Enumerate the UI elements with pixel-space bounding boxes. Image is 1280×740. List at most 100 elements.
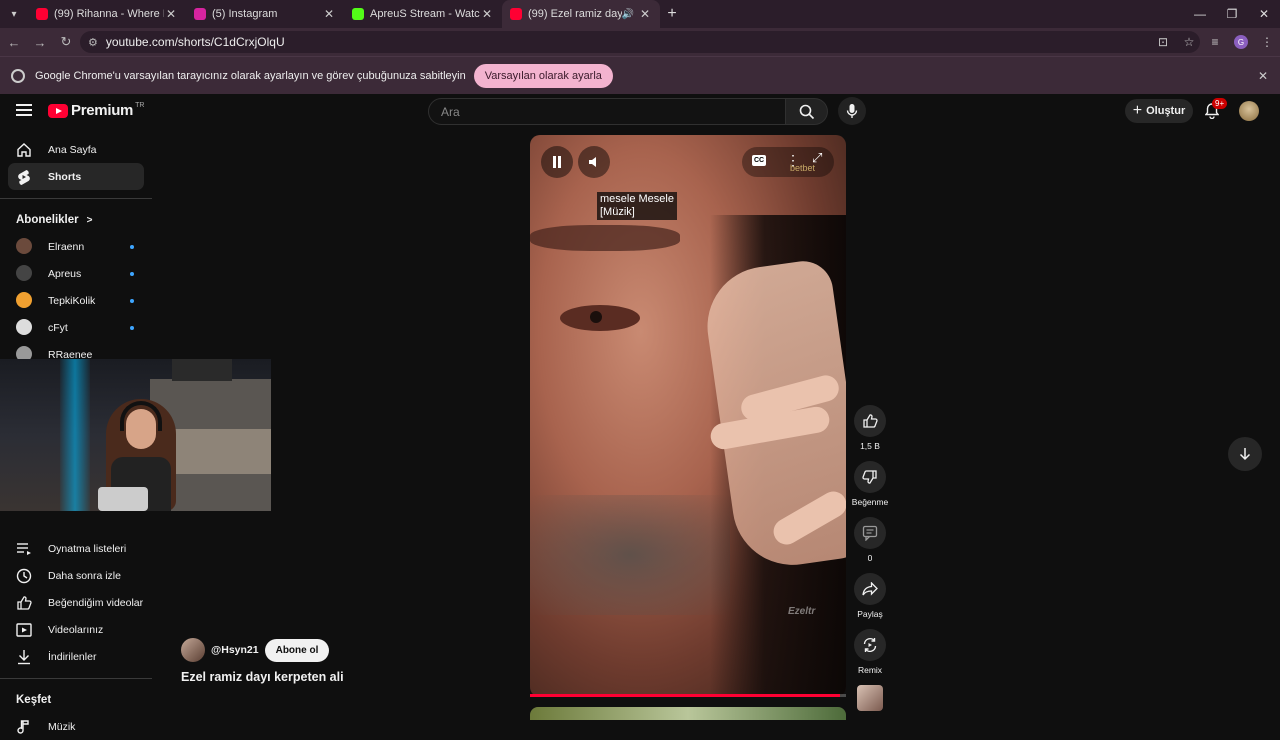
dislike-button[interactable] <box>854 461 886 493</box>
install-app-icon[interactable]: ⊡ <box>1150 35 1176 49</box>
youtube-premium-logo[interactable]: Premium TR <box>48 102 144 119</box>
voice-search-button[interactable] <box>838 97 866 125</box>
tab-title: (99) Rihanna - Where Have You <box>54 8 164 20</box>
background-shelf <box>172 359 232 381</box>
logo-word: Premium <box>71 102 134 119</box>
search-input[interactable]: Ara <box>428 98 786 125</box>
sidebar-item-downloads[interactable]: İndirilenler <box>8 643 144 670</box>
channel-avatar <box>16 319 32 335</box>
subscribe-button[interactable]: Abone ol <box>264 638 330 662</box>
sidebar-item-label: TepkiKolik <box>48 294 96 307</box>
channel-avatar <box>16 265 32 281</box>
tab-search-icon[interactable]: ▾ <box>0 0 28 28</box>
sidebar-item-label: cFyt <box>48 321 68 334</box>
browser-tab-2[interactable]: (5) Instagram ✕ <box>186 0 344 28</box>
channel-handle[interactable]: @Hsyn21 <box>211 644 259 656</box>
close-tab-icon[interactable]: ✕ <box>322 7 336 21</box>
share-button[interactable] <box>854 573 886 605</box>
shorts-icon <box>16 169 32 185</box>
sidebar-item-liked-videos[interactable]: Beğendiğim videolar <box>8 589 144 616</box>
reload-icon[interactable]: ↻ <box>54 30 78 54</box>
remix-button[interactable] <box>854 629 886 661</box>
youtube-header: Premium TR Ara + Oluştur 9+ <box>0 94 1280 128</box>
sidebar-item-playlists[interactable]: Oynatma listeleri <box>8 535 144 562</box>
sidebar-item-home[interactable]: Ana Sayfa <box>8 136 144 163</box>
sidebar-item-label: Daha sonra izle <box>48 569 121 582</box>
sidebar-item-subscription[interactable]: cFyt <box>8 314 144 341</box>
bookmark-star-icon[interactable]: ☆ <box>1176 35 1202 49</box>
channel-info: @Hsyn21 Abone ol <box>181 638 330 662</box>
subscriptions-title: Abonelikler <box>16 214 79 226</box>
create-button[interactable]: + Oluştur <box>1125 99 1193 123</box>
sidebar-item-label: Oynatma listeleri <box>48 542 127 555</box>
sidebar-item-label: Müzik <box>48 720 76 733</box>
site-info-icon[interactable]: ⚙ <box>88 36 98 49</box>
close-tab-icon[interactable]: ✕ <box>480 7 494 21</box>
chrome-icon <box>11 68 25 83</box>
next-short-preview[interactable] <box>530 707 846 720</box>
remix-label: Remix <box>857 665 883 675</box>
url-text: youtube.com/shorts/C1dCrxjOlqU <box>105 35 285 49</box>
sidebar-item-subscription[interactable]: Elraenn <box>8 233 144 260</box>
new-content-dot <box>130 245 134 249</box>
hamburger-menu-icon[interactable] <box>16 104 32 116</box>
youtube-play-icon <box>48 103 68 118</box>
thumbs-up-icon <box>863 414 878 428</box>
keyboard-prop <box>98 487 148 511</box>
subscriptions-heading[interactable]: Abonelikler > <box>0 207 152 233</box>
notification-badge: 9+ <box>1212 98 1228 109</box>
divider <box>0 678 152 679</box>
sidebar-item-watch-later[interactable]: Daha sonra izle <box>8 562 144 589</box>
forward-icon[interactable]: → <box>28 30 52 54</box>
minimize-icon[interactable]: — <box>1184 0 1216 28</box>
sidebar-item-subscription[interactable]: TepkiKolik <box>8 287 144 314</box>
search-button[interactable] <box>786 98 828 125</box>
set-default-button[interactable]: Varsayılan olarak ayarla <box>473 63 613 88</box>
close-tab-icon[interactable]: ✕ <box>638 7 652 21</box>
captions-button[interactable]: CC <box>752 155 766 166</box>
address-bar[interactable]: ⚙ youtube.com/shorts/C1dCrxjOlqU <box>80 31 1200 53</box>
sidebar-item-shorts[interactable]: Shorts <box>8 163 144 190</box>
speaker-icon[interactable]: 🔊 <box>622 9 634 20</box>
background-sofa <box>175 429 271 474</box>
browser-tab-4[interactable]: (99) Ezel ramiz dayı kerpete 🔊 ✕ <box>502 0 660 28</box>
next-video-button[interactable] <box>1228 437 1262 471</box>
video-title[interactable]: Ezel ramiz dayı kerpeten ali <box>181 670 344 684</box>
close-tab-icon[interactable]: ✕ <box>164 7 178 21</box>
sidebar-item-subscription[interactable]: Apreus <box>8 260 144 287</box>
new-tab-icon[interactable]: + <box>660 5 684 23</box>
close-window-icon[interactable]: ✕ <box>1248 0 1280 28</box>
pause-button[interactable] <box>541 146 573 178</box>
arrow-down-icon <box>1239 448 1251 461</box>
kick-favicon-icon <box>352 8 364 20</box>
youtube-favicon-icon <box>36 8 48 20</box>
restore-icon[interactable]: ❐ <box>1216 0 1248 28</box>
comment-icon <box>862 525 878 541</box>
back-icon[interactable]: ← <box>2 30 26 54</box>
share-icon <box>862 582 878 596</box>
notifications-button[interactable]: 9+ <box>1202 98 1228 122</box>
menu-kebab-icon[interactable]: ⋮ <box>1254 35 1280 49</box>
profile-avatar-icon[interactable]: G <box>1234 35 1248 49</box>
playlist-icon <box>16 541 32 557</box>
account-avatar[interactable] <box>1239 101 1259 121</box>
explore-heading: Keşfet <box>16 694 52 706</box>
comments-button[interactable] <box>854 517 886 549</box>
volume-button[interactable] <box>578 146 610 178</box>
sidebar-item-music[interactable]: Müzik <box>8 713 144 740</box>
sidebar-item-your-videos[interactable]: Videolarınız <box>8 616 144 643</box>
audio-source-thumbnail[interactable] <box>857 685 883 711</box>
channel-avatar[interactable] <box>181 638 205 662</box>
led-light-strip <box>60 359 90 511</box>
infobar-text: Google Chrome'u varsayılan tarayıcınız o… <box>35 69 466 82</box>
like-button[interactable] <box>854 405 886 437</box>
channel-avatar <box>16 292 32 308</box>
browser-tab-3[interactable]: ApreuS Stream - Watch Live on ✕ <box>344 0 502 28</box>
caption-line: mesele Mesele <box>600 193 674 205</box>
comment-action: 0 <box>850 517 890 563</box>
volume-icon <box>589 157 596 167</box>
video-progress-bar[interactable] <box>530 694 846 697</box>
close-infobar-icon[interactable]: ✕ <box>1258 69 1268 83</box>
media-control-icon[interactable]: ≡ <box>1202 35 1228 49</box>
browser-tab-1[interactable]: (99) Rihanna - Where Have You ✕ <box>28 0 186 28</box>
